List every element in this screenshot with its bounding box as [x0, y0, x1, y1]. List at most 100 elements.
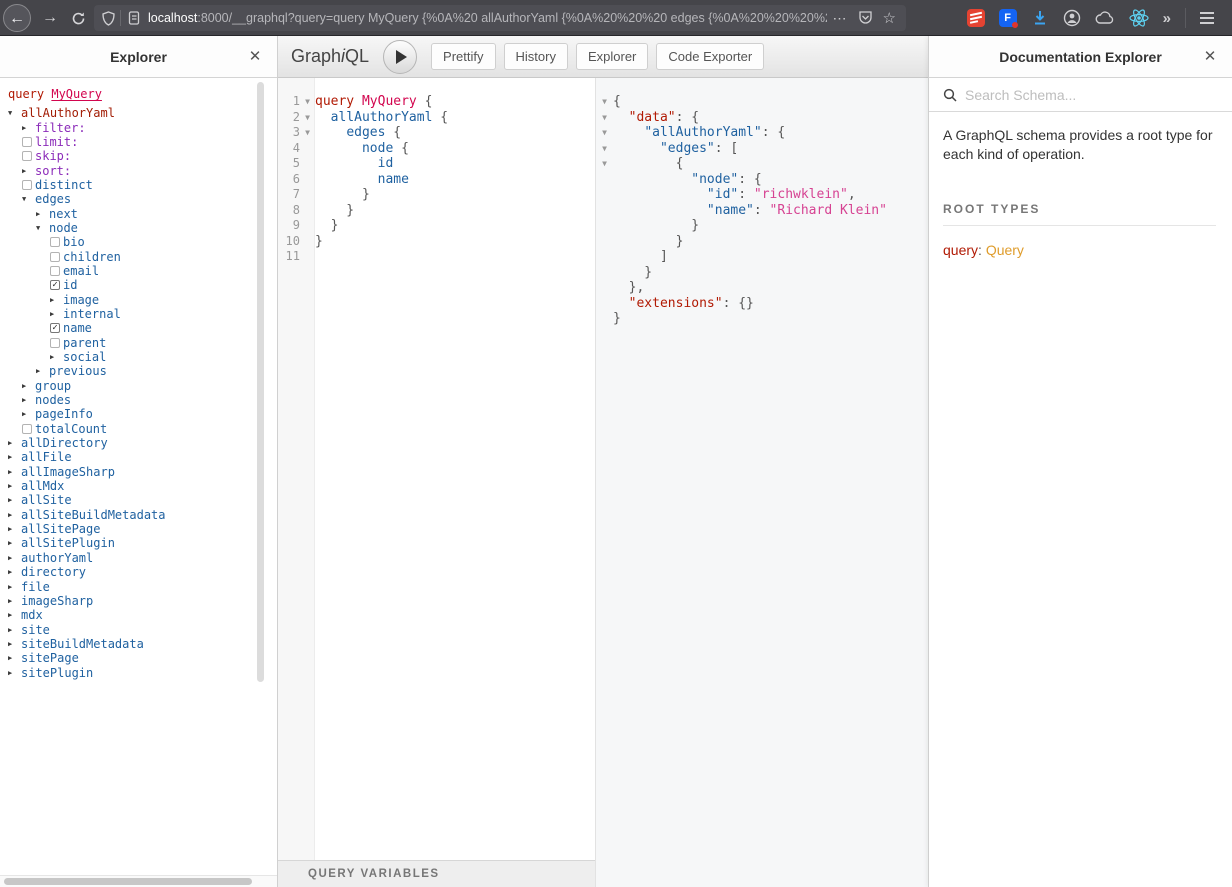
- expand-arrow-icon[interactable]: ▶: [8, 654, 21, 662]
- expand-arrow-icon[interactable]: ▶: [8, 453, 21, 461]
- explorer-vertical-scrollbar[interactable]: [257, 82, 264, 682]
- expand-arrow-icon[interactable]: ▶: [50, 296, 63, 304]
- explorer-tree-row[interactable]: ✓id: [0, 278, 277, 292]
- code-exporter-button[interactable]: Code Exporter: [656, 43, 764, 70]
- url-text[interactable]: localhost:8000/__graphql?query=query MyQ…: [148, 11, 827, 25]
- expand-arrow-icon[interactable]: ▶: [8, 468, 21, 476]
- explorer-tree-row[interactable]: ▶previous: [0, 364, 277, 378]
- explorer-tree-row[interactable]: ▶allImageSharp: [0, 465, 277, 479]
- query-editor[interactable]: 1▼query MyQuery {2▼ allAuthorYaml {3▼ ed…: [278, 78, 595, 860]
- root-type-link[interactable]: Query: [986, 242, 1024, 258]
- field-checkbox[interactable]: [22, 180, 35, 190]
- blue-f-extension-icon[interactable]: F: [999, 9, 1017, 27]
- explorer-horizontal-scrollbar[interactable]: [0, 875, 277, 887]
- page-info-icon[interactable]: [128, 11, 140, 25]
- operation-name[interactable]: MyQuery: [51, 87, 102, 101]
- react-devtools-icon[interactable]: [1129, 9, 1149, 27]
- explorer-tree-row[interactable]: ▶mdx: [0, 608, 277, 622]
- field-checkbox[interactable]: [22, 151, 35, 161]
- back-button[interactable]: ←: [3, 4, 31, 32]
- expand-arrow-icon[interactable]: ▶: [8, 554, 21, 562]
- expand-arrow-icon[interactable]: ▶: [50, 310, 63, 318]
- explorer-tree-row[interactable]: ▶allFile: [0, 450, 277, 464]
- scrollbar-thumb[interactable]: [4, 878, 252, 885]
- reload-button[interactable]: [64, 4, 92, 32]
- cloud-icon[interactable]: [1095, 10, 1115, 26]
- account-icon[interactable]: [1063, 9, 1081, 27]
- field-checkbox[interactable]: [50, 266, 63, 276]
- explorer-tree-row[interactable]: ▶allSiteBuildMetadata: [0, 508, 277, 522]
- explorer-tree-row[interactable]: email: [0, 264, 277, 278]
- field-checkbox[interactable]: [50, 252, 63, 262]
- fold-arrow-icon[interactable]: ▼: [596, 110, 613, 126]
- expand-arrow-icon[interactable]: ▶: [22, 167, 35, 175]
- collapse-arrow-icon[interactable]: ▼: [8, 109, 21, 117]
- execute-query-button[interactable]: [383, 40, 417, 74]
- explorer-tree-row[interactable]: ▶imageSharp: [0, 594, 277, 608]
- explorer-tree-row[interactable]: children: [0, 249, 277, 263]
- expand-arrow-icon[interactable]: ▶: [8, 511, 21, 519]
- explorer-tree-row[interactable]: totalCount: [0, 422, 277, 436]
- expand-arrow-icon[interactable]: ▶: [8, 611, 21, 619]
- explorer-tree-row[interactable]: ▶social: [0, 350, 277, 364]
- fold-arrow-icon[interactable]: ▼: [596, 141, 613, 157]
- history-button[interactable]: History: [504, 43, 568, 70]
- explorer-tree-row[interactable]: ▶pageInfo: [0, 407, 277, 421]
- operation-row[interactable]: query MyQuery: [0, 78, 277, 106]
- explorer-tree-row[interactable]: ▼allAuthorYaml: [0, 106, 277, 120]
- expand-arrow-icon[interactable]: ▶: [8, 568, 21, 576]
- collapse-arrow-icon[interactable]: ▼: [22, 195, 35, 203]
- explorer-tree-row[interactable]: ▶siteBuildMetadata: [0, 637, 277, 651]
- expand-arrow-icon[interactable]: ▶: [8, 482, 21, 490]
- expand-arrow-icon[interactable]: ▶: [22, 124, 35, 132]
- explorer-tree-row[interactable]: ✓name: [0, 321, 277, 335]
- fold-arrow-icon[interactable]: ▼: [300, 94, 315, 110]
- downloads-icon[interactable]: [1031, 9, 1049, 27]
- fold-arrow-icon[interactable]: ▼: [596, 94, 613, 110]
- explorer-tree-row[interactable]: limit:: [0, 135, 277, 149]
- expand-arrow-icon[interactable]: ▶: [8, 496, 21, 504]
- expand-arrow-icon[interactable]: ▶: [8, 525, 21, 533]
- fold-arrow-icon[interactable]: ▼: [596, 125, 613, 141]
- explorer-tree-row[interactable]: ▶image: [0, 292, 277, 306]
- expand-arrow-icon[interactable]: ▶: [8, 583, 21, 591]
- schema-search-input[interactable]: [965, 87, 1205, 103]
- expand-arrow-icon[interactable]: ▶: [8, 669, 21, 677]
- explorer-tree-row[interactable]: ▶internal: [0, 307, 277, 321]
- expand-arrow-icon[interactable]: ▶: [22, 396, 35, 404]
- todoist-extension-icon[interactable]: [967, 9, 985, 27]
- forward-button[interactable]: →: [36, 4, 64, 32]
- explorer-tree-row[interactable]: ▶directory: [0, 565, 277, 579]
- expand-arrow-icon[interactable]: ▶: [8, 640, 21, 648]
- field-checkbox[interactable]: ✓: [50, 280, 63, 290]
- explorer-tree-row[interactable]: ▶next: [0, 206, 277, 220]
- field-checkbox[interactable]: [22, 424, 35, 434]
- explorer-tree-row[interactable]: ▶sort:: [0, 163, 277, 177]
- field-checkbox[interactable]: [50, 338, 63, 348]
- explorer-tree-row[interactable]: ▶authorYaml: [0, 551, 277, 565]
- field-checkbox[interactable]: ✓: [50, 323, 63, 333]
- field-checkbox[interactable]: [50, 237, 63, 247]
- field-checkbox[interactable]: [22, 137, 35, 147]
- explorer-tree-row[interactable]: ▶allSite: [0, 493, 277, 507]
- explorer-tree-row[interactable]: ▼edges: [0, 192, 277, 206]
- prettify-button[interactable]: Prettify: [431, 43, 495, 70]
- explorer-tree-row[interactable]: ▶sitePlugin: [0, 665, 277, 679]
- collapse-arrow-icon[interactable]: ▼: [36, 224, 49, 232]
- shield-icon[interactable]: [102, 11, 115, 26]
- query-variables-bar[interactable]: QUERY VARIABLES: [278, 860, 595, 887]
- expand-arrow-icon[interactable]: ▶: [8, 597, 21, 605]
- fold-arrow-icon[interactable]: ▼: [300, 125, 315, 141]
- explorer-tree-row[interactable]: ▶filter:: [0, 120, 277, 134]
- documentation-close-icon[interactable]: ✕: [1200, 47, 1220, 67]
- expand-arrow-icon[interactable]: ▶: [22, 410, 35, 418]
- explorer-tree-row[interactable]: ▶site: [0, 622, 277, 636]
- explorer-tree-row[interactable]: ▶sitePage: [0, 651, 277, 665]
- fold-arrow-icon[interactable]: ▼: [300, 110, 315, 126]
- explorer-tree-row[interactable]: ▶nodes: [0, 393, 277, 407]
- explorer-tree-row[interactable]: ▶allMdx: [0, 479, 277, 493]
- explorer-tree-row[interactable]: parent: [0, 336, 277, 350]
- expand-arrow-icon[interactable]: ▶: [8, 539, 21, 547]
- expand-arrow-icon[interactable]: ▶: [8, 626, 21, 634]
- explorer-tree-row[interactable]: ▶group: [0, 379, 277, 393]
